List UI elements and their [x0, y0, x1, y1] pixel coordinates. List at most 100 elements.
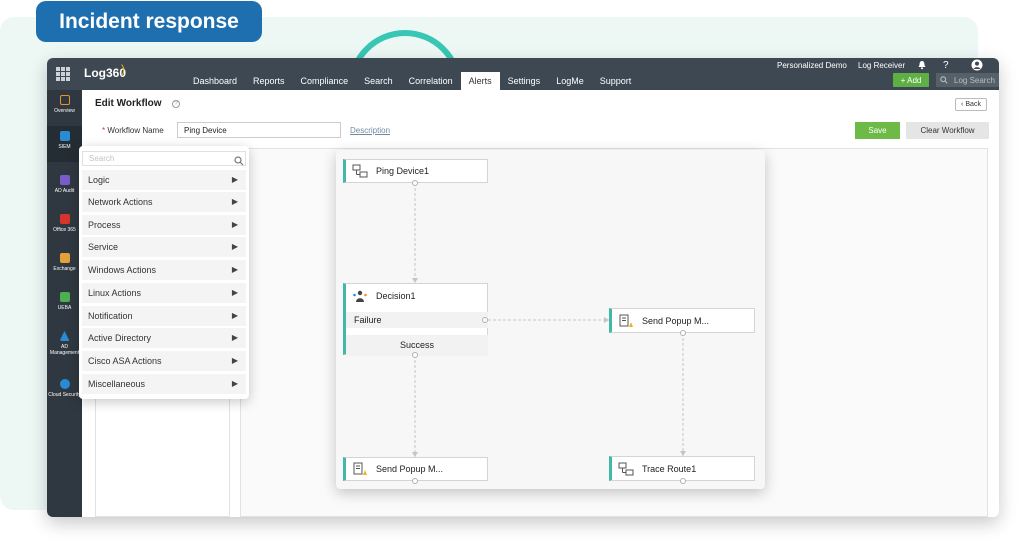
chevron-right-icon: ▶: [231, 197, 238, 206]
sidebar-item-ad-management[interactable]: AD Management: [47, 326, 82, 370]
back-label: Back: [965, 101, 981, 108]
nav-correlation[interactable]: Correlation: [401, 72, 461, 90]
product-logo[interactable]: Log360: [84, 66, 126, 80]
log-search-placeholder: Log Search: [954, 75, 995, 85]
connector-dot[interactable]: [412, 352, 418, 358]
chevron-left-icon: ‹: [961, 101, 964, 108]
page-title: Edit Workflow: [95, 98, 162, 109]
palette-item-label: Process: [88, 220, 121, 230]
cloud-security-icon: [59, 379, 70, 389]
siem-icon: [59, 131, 70, 141]
main-nav: Dashboard Reports Compliance Search Corr…: [185, 72, 639, 90]
connector-dot[interactable]: [680, 330, 686, 336]
clear-workflow-button[interactable]: Clear Workflow: [906, 122, 989, 139]
top-bar: Log360 ) Dashboard Reports Compliance Se…: [47, 58, 999, 90]
palette-item-linux-actions[interactable]: Linux Actions ▶: [82, 283, 246, 304]
palette-item-label: Logic: [88, 175, 110, 185]
sidebar-item-cloud-security[interactable]: Cloud Security: [47, 374, 82, 418]
palette-item-label: Cisco ASA Actions: [88, 356, 162, 366]
node-label: Trace Route1: [642, 463, 697, 474]
workflow-name-input[interactable]: Ping Device: [177, 122, 341, 138]
search-icon: [940, 76, 948, 84]
palette-item-miscellaneous[interactable]: Miscellaneous ▶: [82, 374, 246, 395]
chevron-right-icon: ▶: [231, 220, 238, 229]
node-label: Ping Device1: [376, 166, 430, 176]
node-label: Send Popup M...: [642, 315, 710, 326]
connector-dot[interactable]: [412, 478, 418, 484]
sidebar-item-label: UEBA: [57, 305, 72, 311]
sidebar-item-label: AD Management: [49, 344, 80, 356]
description-link[interactable]: Description: [350, 126, 390, 135]
ad-audit-icon: [59, 175, 70, 185]
help-icon[interactable]: ?: [943, 60, 949, 71]
sidebar-item-label: SIEM: [58, 144, 71, 150]
sidebar-item-office-365[interactable]: Office 365: [47, 209, 82, 245]
chevron-right-icon: ▶: [231, 379, 238, 388]
nav-dashboard[interactable]: Dashboard: [185, 72, 245, 90]
nav-logme[interactable]: LogMe: [548, 72, 592, 90]
app-grid-icon[interactable]: [56, 67, 70, 81]
palette-search-input[interactable]: Search: [82, 151, 246, 166]
palette-item-label: Active Directory: [88, 333, 152, 343]
sidebar-item-ad-audit[interactable]: AD Audit: [47, 170, 82, 206]
sidebar-item-siem[interactable]: SIEM: [47, 126, 82, 162]
palette-item-label: Miscellaneous: [88, 379, 146, 389]
palette-item-label: Network Actions: [88, 197, 153, 207]
nav-alerts[interactable]: Alerts: [460, 72, 500, 90]
overview-icon: [59, 95, 70, 105]
palette-item-active-directory[interactable]: Active Directory ▶: [82, 328, 246, 349]
sidebar-item-exchange[interactable]: Exchange: [47, 248, 82, 284]
connector-dot[interactable]: [482, 317, 488, 323]
connector-dot[interactable]: [680, 478, 686, 484]
palette-item-label: Service: [88, 242, 119, 252]
nav-search[interactable]: Search: [356, 72, 401, 90]
chevron-right-icon: ▶: [231, 356, 238, 365]
decision-failure-branch[interactable]: Failure: [346, 312, 488, 328]
workflow-name-label: * Workflow Name: [102, 126, 164, 135]
chevron-right-icon: ▶: [231, 311, 238, 320]
connector-dot[interactable]: [412, 180, 418, 186]
palette-item-network-actions[interactable]: Network Actions ▶: [82, 192, 246, 213]
node-decision[interactable]: Decision1 Failure Success: [343, 283, 488, 356]
nav-reports[interactable]: Reports: [245, 72, 293, 90]
decision-icon: [352, 289, 368, 303]
save-button[interactable]: Save: [855, 122, 900, 139]
sidebar-item-label: AD Audit: [54, 188, 75, 194]
bell-icon[interactable]: [917, 60, 927, 73]
sidebar-item-overview[interactable]: Overview: [47, 90, 82, 126]
workflow-name-label-text: Workflow Name: [107, 126, 164, 135]
sidebar: Overview SIEM AD Audit Office 365 Exchan…: [47, 90, 82, 517]
banner-title: Incident response: [36, 1, 262, 42]
nav-support[interactable]: Support: [592, 72, 640, 90]
sidebar-item-label: Office 365: [53, 227, 76, 233]
decision-header: Decision1: [346, 284, 488, 308]
nav-settings[interactable]: Settings: [500, 72, 549, 90]
action-palette-dropdown: Search Logic ▶ Network Actions ▶ Process ▶ …: [79, 146, 249, 399]
palette-item-label: Windows Actions: [88, 265, 157, 275]
log-receiver-link[interactable]: Log Receiver: [858, 61, 905, 70]
personalized-demo-link[interactable]: Personalized Demo: [777, 61, 847, 70]
back-button[interactable]: ‹ Back: [955, 98, 987, 111]
add-button[interactable]: + Add: [893, 73, 929, 87]
network-device-icon: [352, 164, 368, 178]
palette-item-cisco-asa-actions[interactable]: Cisco ASA Actions ▶: [82, 351, 246, 372]
palette-item-service[interactable]: Service ▶: [82, 237, 246, 258]
palette-item-notification[interactable]: Notification ▶: [82, 306, 246, 327]
palette-item-windows-actions[interactable]: Windows Actions ▶: [82, 260, 246, 281]
palette-search-placeholder: Search: [89, 154, 115, 163]
help-circle-icon[interactable]: ?: [172, 100, 180, 108]
search-icon: [234, 156, 244, 166]
exchange-icon: [59, 253, 70, 263]
user-avatar-icon[interactable]: [971, 59, 983, 74]
sidebar-item-ueba[interactable]: UEBA: [47, 287, 82, 323]
ueba-icon: [59, 292, 70, 302]
network-device-icon: [618, 462, 634, 476]
sidebar-item-label: Exchange: [53, 266, 76, 272]
palette-item-logic[interactable]: Logic ▶: [82, 170, 246, 191]
palette-item-label: Notification: [88, 311, 133, 321]
nav-compliance[interactable]: Compliance: [293, 72, 357, 90]
log-search-input[interactable]: Log Search: [936, 73, 999, 87]
palette-item-process[interactable]: Process ▶: [82, 215, 246, 236]
popup-message-icon: [618, 314, 634, 328]
workflow-canvas[interactable]: Ping Device1 Decision1 Failure Success S…: [336, 150, 765, 489]
